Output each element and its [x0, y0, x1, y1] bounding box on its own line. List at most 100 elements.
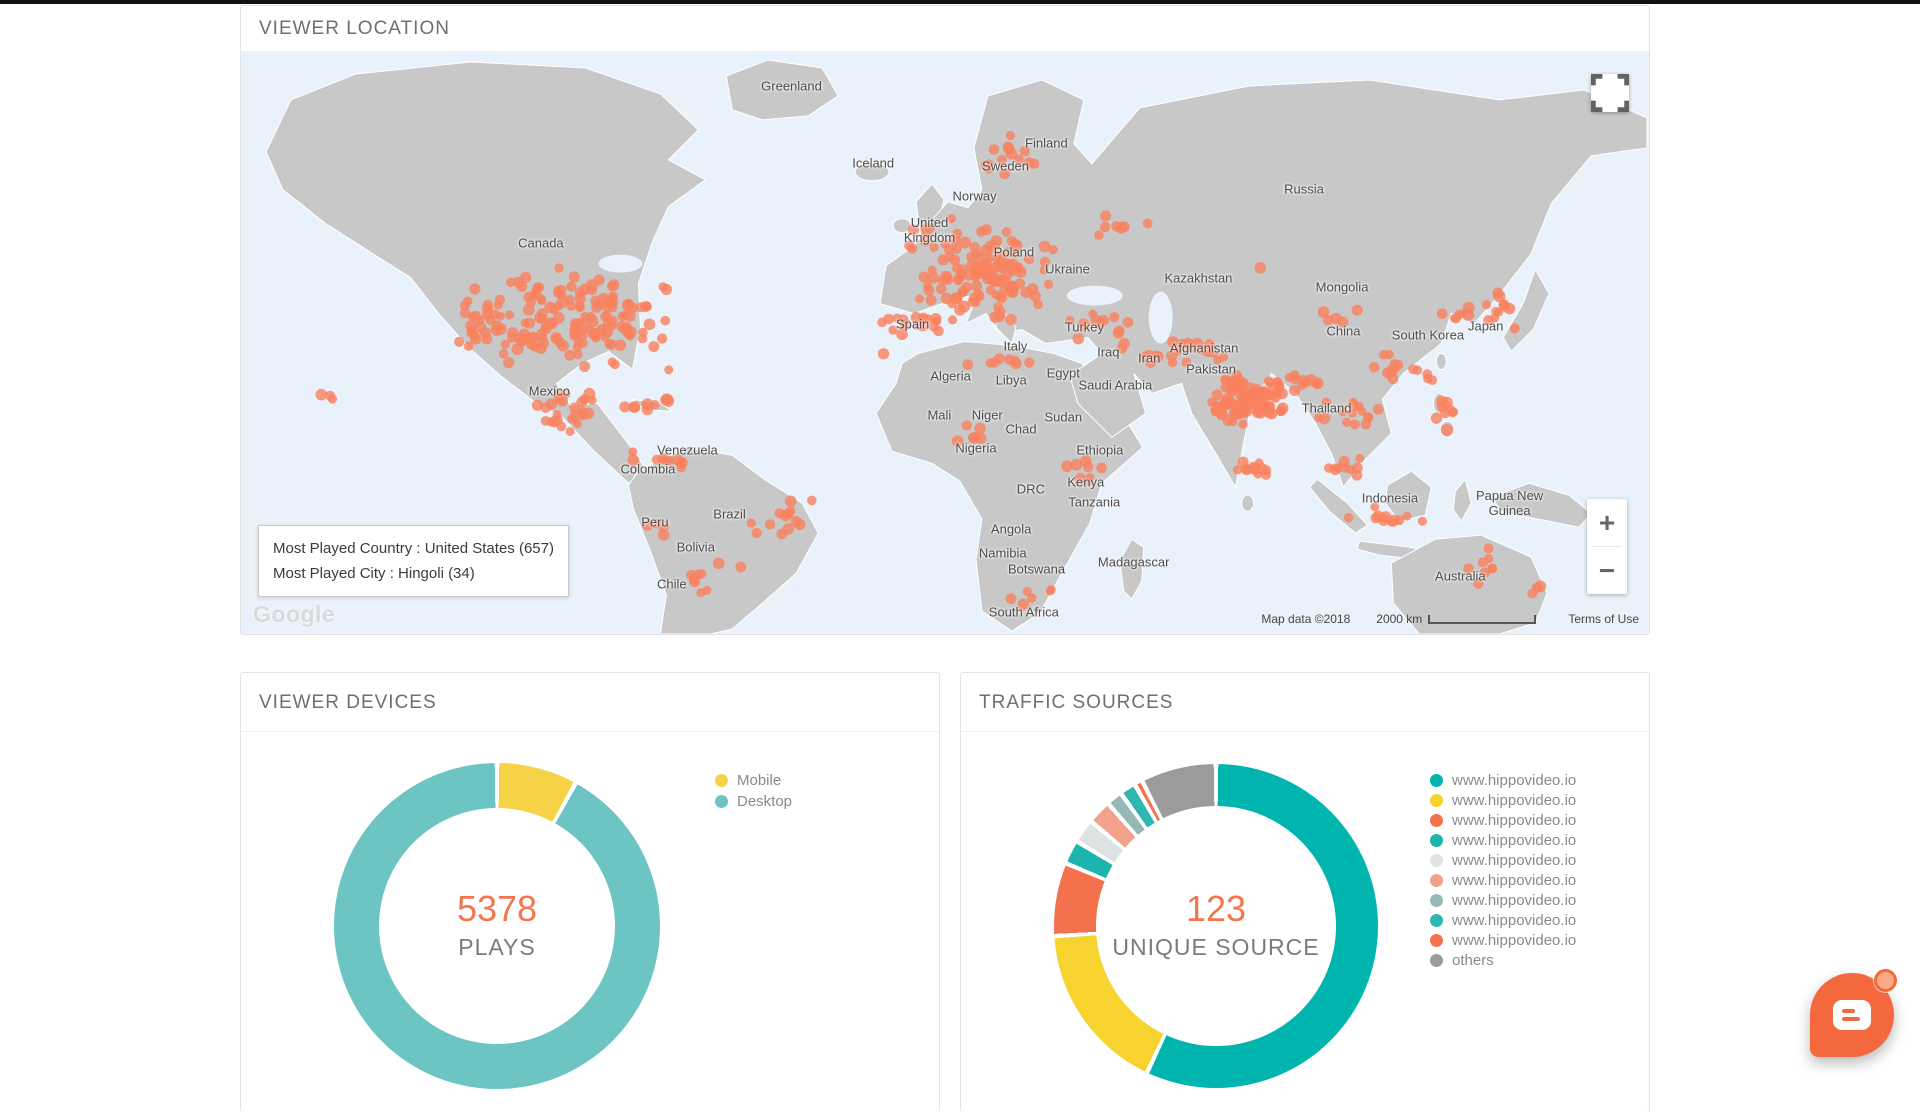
viewer-location-dot: [557, 285, 567, 295]
world-map[interactable]: GreenlandIcelandCanadaNorwaySwedenFinlan…: [241, 52, 1649, 634]
chat-launcher-button[interactable]: [1810, 973, 1894, 1057]
viewer-location-dot: [541, 402, 552, 413]
viewer-location-dot: [962, 359, 973, 370]
viewer-location-dot: [464, 341, 474, 351]
fullscreen-brackets-icon: [1591, 74, 1629, 112]
viewer-location-dot: [1273, 378, 1283, 388]
viewer-location-dot: [1006, 131, 1015, 140]
viewer-location-dot: [1002, 227, 1012, 237]
viewer-location-dot: [1483, 315, 1494, 326]
viewer-location-dot: [975, 292, 984, 301]
viewer-location-dot: [315, 389, 327, 401]
legend-swatch: [1430, 934, 1443, 947]
viewer-location-dot: [1330, 464, 1342, 476]
viewer-location-dot: [949, 255, 960, 266]
viewer-location-dot: [950, 292, 962, 304]
map-zoom-control: + −: [1587, 499, 1627, 594]
viewer-location-dot: [1015, 266, 1027, 278]
legend-item: Mobile: [715, 773, 792, 787]
traffic-sources-legend: www.hippovideo.io www.hippovideo.io www.hi…: [1430, 773, 1576, 967]
viewer-location-dot: [1255, 458, 1264, 467]
viewer-devices-donut-chart[interactable]: 5378 PLAYS: [334, 763, 660, 1089]
viewer-location-dot: [1484, 543, 1494, 553]
viewer-location-dot: [1379, 350, 1389, 360]
viewer-location-dot: [780, 510, 791, 521]
viewer-location-dot: [989, 144, 1000, 155]
traffic-sources-donut-chart[interactable]: 123 UNIQUE SOURCE: [1054, 764, 1378, 1088]
zoom-in-button[interactable]: +: [1587, 499, 1627, 546]
viewer-location-dot: [529, 291, 538, 300]
legend-item: www.hippovideo.io: [1430, 853, 1576, 867]
viewer-location-dot: [648, 341, 659, 352]
legend-label: www.hippovideo.io: [1452, 892, 1576, 909]
viewer-location-dot: [1109, 312, 1119, 322]
zoom-out-button[interactable]: −: [1587, 547, 1627, 594]
viewer-location-dot: [516, 281, 527, 292]
viewer-location-dot: [554, 263, 563, 272]
viewer-location-dot: [962, 282, 972, 292]
viewer-location-dot: [904, 240, 914, 250]
viewer-location-dot: [1094, 230, 1104, 240]
viewer-location-dot: [1096, 463, 1107, 474]
viewer-location-dot: [1048, 245, 1057, 254]
viewer-location-dot: [1040, 257, 1050, 267]
viewer-location-dot: [1003, 143, 1014, 154]
viewer-location-dot: [989, 357, 999, 367]
legend-item: www.hippovideo.io: [1430, 893, 1576, 907]
viewer-location-dot: [1207, 398, 1216, 407]
viewer-location-dot: [607, 297, 618, 308]
top-black-bar: [0, 0, 1920, 4]
viewer-location-dot: [1151, 351, 1162, 362]
viewer-location-dot: [982, 258, 991, 267]
legend-label: www.hippovideo.io: [1452, 832, 1576, 849]
viewer-location-dot: [933, 326, 944, 337]
legend-swatch: [1430, 774, 1443, 787]
viewer-location-dot: [642, 520, 653, 531]
viewer-location-dot: [1011, 248, 1021, 258]
viewer-location-dot: [622, 299, 634, 311]
viewer-devices-legend: MobileDesktop: [715, 773, 792, 808]
viewer-location-dot: [1323, 316, 1333, 326]
viewer-location-dot: [747, 518, 756, 527]
viewer-location-dot: [503, 357, 514, 368]
terms-of-use-link[interactable]: Terms of Use: [1568, 612, 1639, 626]
viewer-location-dot: [1006, 593, 1017, 604]
viewer-location-dot: [967, 297, 977, 307]
viewer-location-dot: [1065, 316, 1074, 325]
legend-label: www.hippovideo.io: [1452, 792, 1576, 809]
viewer-location-title: VIEWER LOCATION: [241, 6, 1649, 52]
viewer-location-dot: [590, 295, 601, 306]
viewer-location-dot: [569, 271, 580, 282]
viewer-location-dot: [553, 410, 562, 419]
viewer-location-dot: [1024, 357, 1034, 367]
viewer-location-dot: [1355, 454, 1364, 463]
viewer-location-dot: [1373, 404, 1384, 415]
viewer-location-dot: [602, 327, 613, 338]
viewer-location-dot: [988, 241, 1000, 253]
legend-item: others: [1430, 953, 1576, 967]
viewer-location-dot: [952, 435, 964, 447]
viewer-devices-title: VIEWER DEVICES: [241, 673, 939, 732]
viewer-location-dot: [1100, 222, 1110, 232]
viewer-location-dot: [460, 300, 470, 310]
viewer-location-dot: [1017, 599, 1029, 611]
viewer-location-dot: [642, 403, 654, 415]
viewer-location-dot: [1174, 347, 1183, 356]
viewer-location-dot: [1010, 239, 1019, 248]
legend-item: www.hippovideo.io: [1430, 813, 1576, 827]
most-played-city: Most Played City : Hingoli (34): [273, 561, 554, 586]
viewer-location-dot: [1255, 262, 1266, 273]
viewer-location-dot: [995, 292, 1005, 302]
viewer-location-dot: [696, 588, 705, 597]
viewer-location-dot: [1388, 373, 1399, 384]
map-fullscreen-button[interactable]: [1591, 74, 1629, 112]
viewer-location-dot: [328, 394, 337, 403]
viewer-location-dot: [1262, 465, 1272, 475]
legend-swatch: [1430, 954, 1443, 967]
viewer-location-dot: [1167, 336, 1179, 348]
legend-item: www.hippovideo.io: [1430, 833, 1576, 847]
viewer-location-dot: [578, 410, 588, 420]
google-logo[interactable]: Google: [253, 601, 335, 628]
viewer-location-dot: [658, 529, 670, 541]
viewer-location-dot: [689, 577, 700, 588]
